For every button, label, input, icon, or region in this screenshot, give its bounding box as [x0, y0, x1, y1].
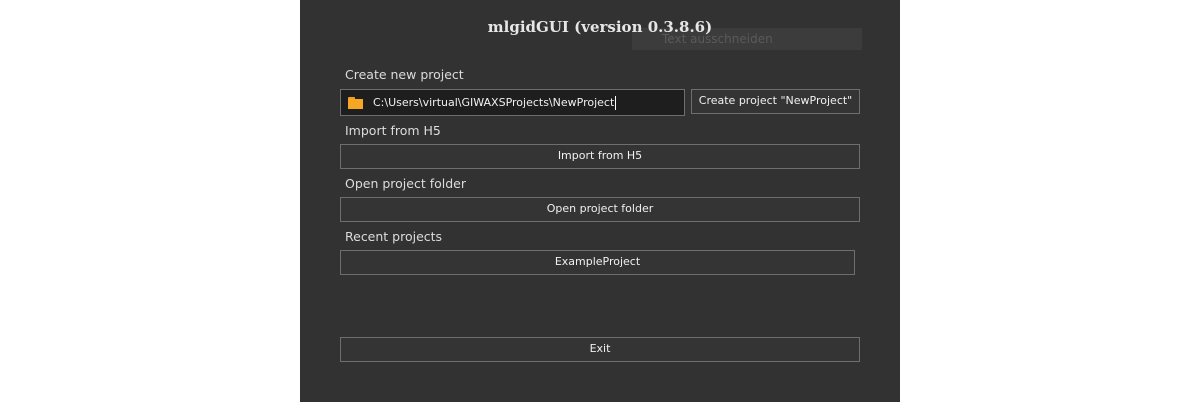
recent-projects-label: Recent projects: [345, 229, 443, 244]
project-launcher-window: Text ausschneiden mlgidGUI (version 0.3.…: [300, 0, 900, 402]
open-project-folder-button[interactable]: Open project folder: [340, 197, 860, 222]
window-title: mlgidGUI (version 0.3.8.6): [487, 18, 713, 36]
open-folder-label: Open project folder: [345, 176, 467, 191]
exit-button[interactable]: Exit: [340, 337, 860, 362]
create-project-label: Create new project: [345, 67, 464, 82]
recent-project-item[interactable]: ExampleProject: [340, 250, 855, 275]
create-project-button[interactable]: Create project "NewProject": [691, 89, 860, 114]
folder-icon[interactable]: [348, 96, 363, 109]
import-h5-label: Import from H5: [345, 123, 441, 138]
project-path-value[interactable]: C:\Users\virtual\GIWAXSProjects\NewProje…: [373, 96, 614, 109]
text-caret: [615, 95, 617, 110]
import-h5-button[interactable]: Import from H5: [340, 144, 860, 169]
project-path-input[interactable]: C:\Users\virtual\GIWAXSProjects\NewProje…: [340, 89, 685, 116]
